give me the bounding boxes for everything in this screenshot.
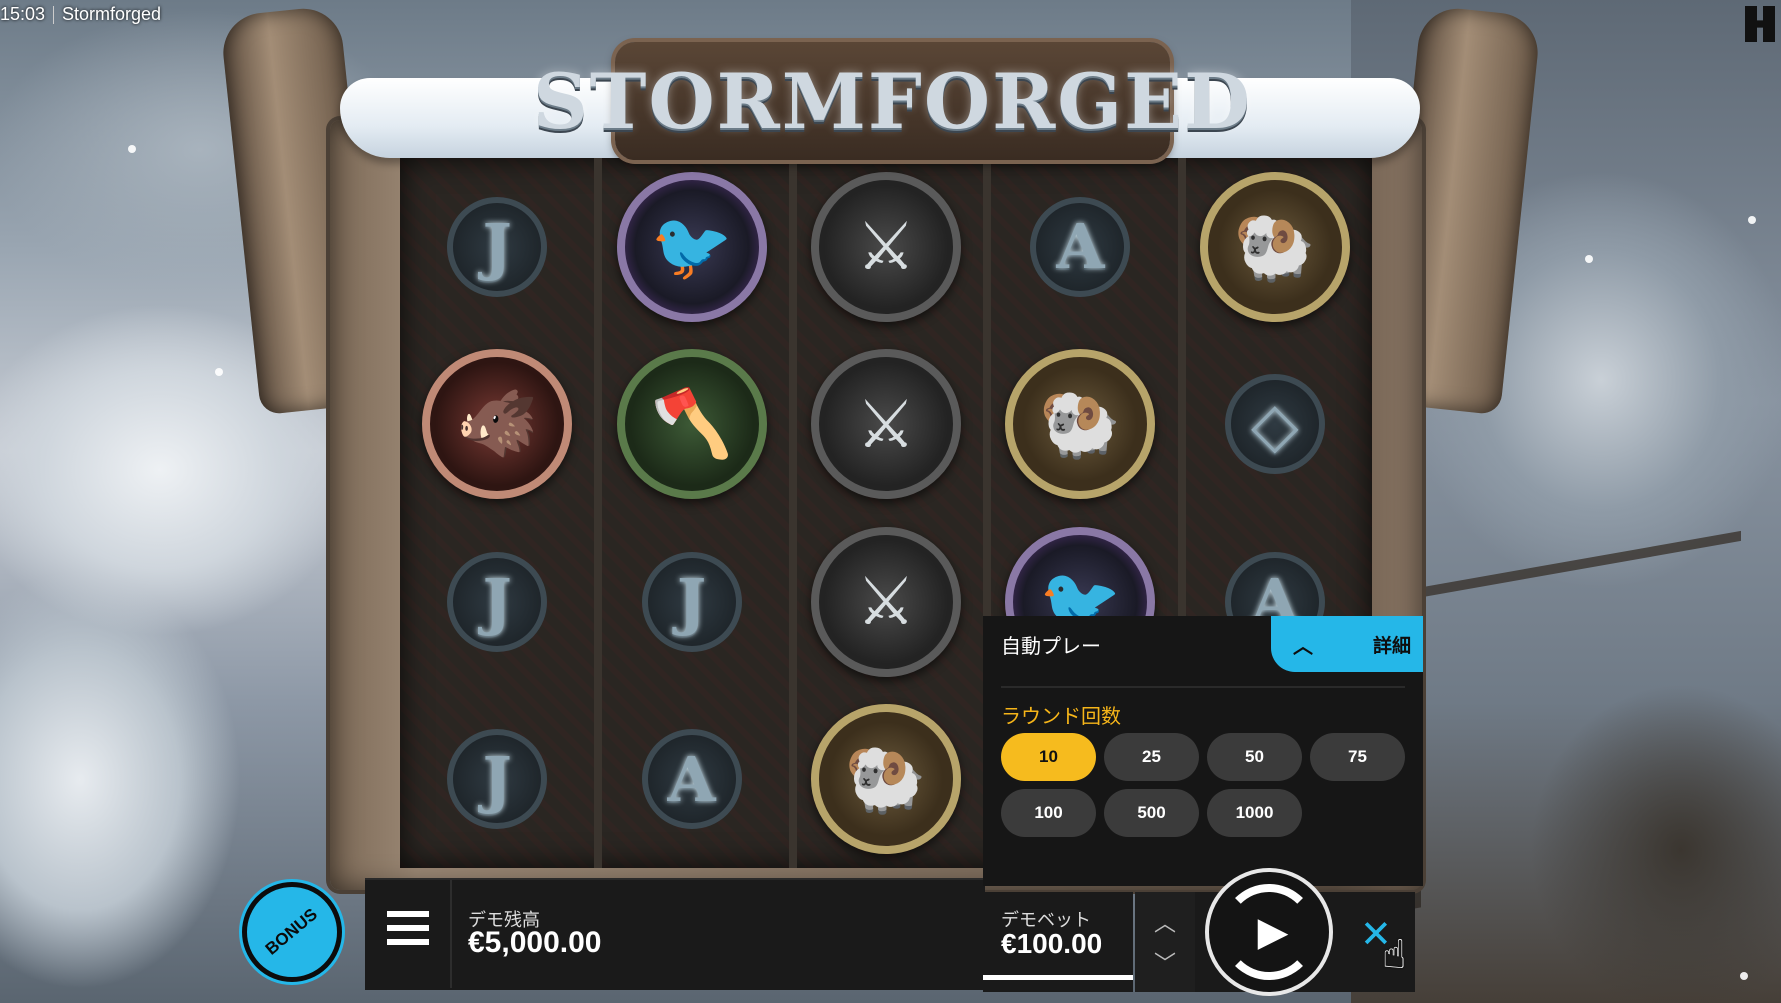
menu-hamburger-icon[interactable] — [385, 905, 431, 951]
ram-icon: 🐏 — [1005, 349, 1156, 500]
game-logo: STORMFORGED — [533, 42, 1250, 160]
reel-cell: ⚔ — [789, 513, 983, 691]
bet-value: €100.00 — [1001, 928, 1103, 959]
cursor-hand-icon: ☝ — [1382, 933, 1407, 977]
snowflake — [128, 145, 136, 153]
reel-cell: 🐗 — [400, 336, 594, 514]
reel-cell: J — [400, 158, 594, 336]
autoplay-title: 自動プレー — [1001, 636, 1101, 658]
play-icon: ▶ — [1257, 910, 1289, 954]
reel-cell: A — [594, 691, 788, 869]
autoplay-ring-icon: ▶ — [1221, 884, 1317, 980]
ram-icon: 🐏 — [810, 704, 961, 855]
bet-underline — [983, 975, 1133, 980]
rounds-label: ラウンド回数 — [1001, 706, 1121, 728]
axe-icon: 🪓 — [616, 349, 767, 500]
reel-cell: 🐦 — [594, 158, 788, 336]
background-fence — [1411, 530, 1741, 910]
crossed-swords-icon: ⚔ — [810, 171, 961, 322]
autoplay-divider — [1001, 686, 1405, 688]
rounds-option-500[interactable]: 500 — [1104, 789, 1199, 837]
bet-display[interactable]: デモベット €100.00 — [983, 892, 1133, 992]
reel-cell: J — [594, 513, 788, 691]
symbol-diamond: ◇ — [1224, 374, 1325, 475]
reel-cell: 🐏 — [983, 336, 1177, 514]
autoplay-panel: 自動プレー ︿ 詳細 ラウンド回数 10 25 50 75 100 500 1000 — [983, 616, 1423, 886]
reel-divider — [789, 158, 797, 868]
reel-divider — [594, 158, 602, 868]
symbol-j: J — [447, 729, 548, 830]
topbar-divider — [53, 6, 54, 24]
window-title: Stormforged — [62, 4, 162, 24]
rounds-option-25[interactable]: 25 — [1104, 733, 1199, 781]
symbol-j: J — [641, 551, 742, 652]
symbol-a: A — [641, 729, 742, 830]
snowflake — [1748, 216, 1756, 224]
chevron-up-icon: ︿ — [1293, 635, 1313, 658]
clock: 15:03 — [0, 4, 46, 24]
reel-cell: 🐏 — [789, 691, 983, 869]
rounds-option-100[interactable]: 100 — [1001, 789, 1096, 837]
crossed-swords-icon: ⚔ — [810, 349, 961, 500]
game-logo-text: STORMFORGED — [533, 56, 1252, 146]
reel-cell: ⚔ — [789, 158, 983, 336]
symbol-j: J — [447, 196, 548, 297]
raven-icon: 🐦 — [616, 171, 767, 322]
chevron-up-icon[interactable]: ︿ — [1154, 906, 1176, 938]
reel-cell: ⚔ — [789, 336, 983, 514]
rounds-option-1000[interactable]: 1000 — [1207, 789, 1302, 837]
bet-stepper: ︿ ﹀ — [1135, 892, 1195, 992]
reel-cell: ◇ — [1178, 336, 1372, 514]
balance-value: €5,000.00 — [468, 926, 602, 959]
details-label: 詳細 — [1372, 635, 1411, 657]
rounds-option-75[interactable]: 75 — [1310, 733, 1405, 781]
bonus-buy-button[interactable]: BONUS — [242, 882, 342, 982]
rounds-option-50[interactable]: 50 — [1207, 733, 1302, 781]
reel-cell: 🐏 — [1178, 158, 1372, 336]
snowflake — [215, 368, 223, 376]
boar-icon: 🐗 — [422, 349, 573, 500]
crossed-swords-icon: ⚔ — [810, 526, 961, 677]
snowflake — [1740, 972, 1748, 980]
reel-cell: 🪓 — [594, 336, 788, 514]
rounds-options: 10 25 50 75 100 500 1000 — [1001, 733, 1405, 837]
bonus-label: BONUS — [262, 904, 322, 959]
reel-cell: J — [400, 691, 594, 869]
autoplay-start-button[interactable]: ▶ — [1205, 868, 1333, 996]
bottom-bar-divider — [450, 880, 452, 988]
chevron-down-icon[interactable]: ﹀ — [1154, 946, 1176, 978]
snowflake — [1585, 255, 1593, 263]
symbol-a: A — [1030, 196, 1131, 297]
symbol-j: J — [447, 551, 548, 652]
reel-cell: A — [983, 158, 1177, 336]
rounds-option-10[interactable]: 10 — [1001, 733, 1096, 781]
reel-cell: J — [400, 513, 594, 691]
ram-icon: 🐏 — [1199, 171, 1350, 322]
autoplay-details-toggle[interactable]: ︿ 詳細 — [1271, 616, 1423, 672]
bottom-bar — [365, 878, 985, 990]
